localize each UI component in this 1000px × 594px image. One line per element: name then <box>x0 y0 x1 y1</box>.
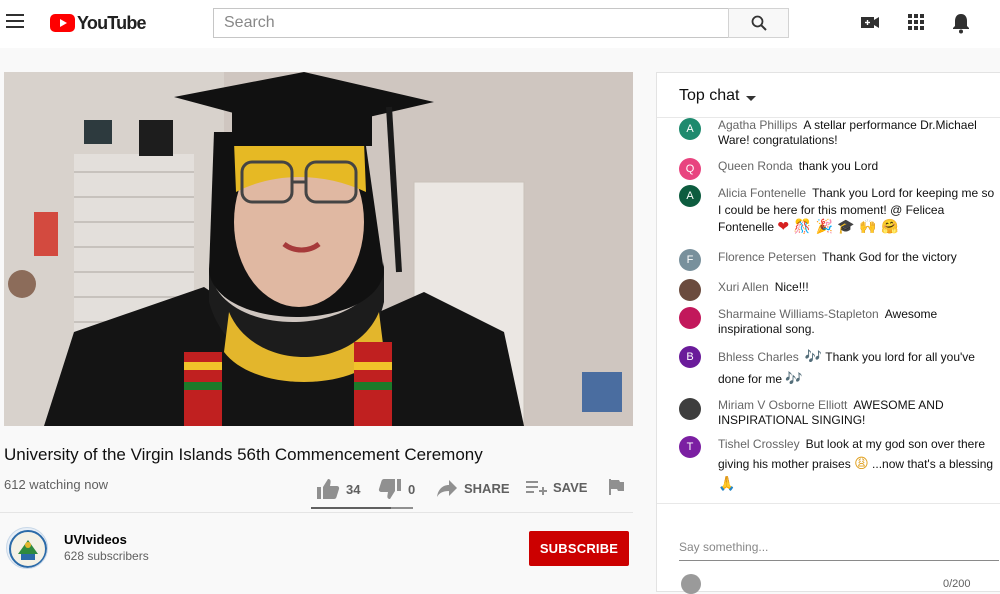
chat-author: Agatha Phillips <box>718 118 798 132</box>
thumbs-up-icon <box>317 479 340 499</box>
chat-author: Alicia Fontenelle <box>718 186 807 200</box>
dislike-button[interactable]: 0 <box>378 478 415 500</box>
search-button[interactable] <box>728 8 789 38</box>
chat-text: ...now that's a blessing <box>872 457 994 471</box>
chat-author: Florence Petersen <box>718 250 817 264</box>
chat-message-list[interactable]: A Agatha Phillips A stellar performance D… <box>657 118 1000 503</box>
search-bar <box>213 8 789 38</box>
thumbs-down-icon <box>378 479 401 499</box>
chat-author: Xuri Allen <box>718 280 769 294</box>
chat-message: Q Queen Ronda thank you Lord <box>679 158 999 180</box>
chat-message: A Agatha Phillips A stellar performance D… <box>679 118 999 148</box>
video-title: University of the Virgin Islands 56th Co… <box>4 445 483 464</box>
top-bar: YouTube <box>0 0 1000 48</box>
chat-author: Miriam V Osborne Elliott <box>718 398 848 412</box>
chat-message: T Tishel Crossley But look at my god son … <box>679 436 999 494</box>
channel-name[interactable]: UVIvideos <box>64 532 127 547</box>
search-input[interactable] <box>213 8 728 38</box>
weary-face-emoji: 😩 <box>854 456 869 472</box>
subscribe-button[interactable]: SUBSCRIBE <box>529 531 629 566</box>
chat-text: thank you Lord <box>798 159 879 173</box>
chat-author: Queen Ronda <box>718 159 793 173</box>
watching-count: 612 watching now <box>4 477 109 492</box>
subscriber-count: 628 subscribers <box>64 549 149 563</box>
chat-avatar: A <box>679 118 701 140</box>
chat-input-area: Say something... 0/200 <box>657 503 1000 594</box>
chat-message: B Bhless Charles 🎶 Thank you lord for all… <box>679 346 999 390</box>
share-label: SHARE <box>464 480 510 496</box>
chat-avatar <box>679 279 701 301</box>
like-ratio-fill <box>311 507 391 509</box>
search-icon <box>751 15 767 31</box>
playlist-add-icon <box>526 481 547 495</box>
chat-avatar <box>679 398 701 420</box>
video-frame <box>4 72 633 426</box>
dislike-count: 0 <box>408 481 416 497</box>
chat-avatar: T <box>679 436 701 458</box>
chat-avatar: A <box>679 185 701 207</box>
apps-grid-icon[interactable] <box>906 12 926 37</box>
chat-message: F Florence Petersen Thank God for the vic… <box>679 249 999 271</box>
chat-author: Tishel Crossley <box>718 437 800 451</box>
notifications-bell-icon[interactable] <box>951 12 971 39</box>
chat-input[interactable]: Say something... <box>679 540 999 561</box>
share-button[interactable]: SHARE <box>436 478 510 498</box>
emoji-picker-icon[interactable] <box>681 574 701 594</box>
chat-message: Miriam V Osborne Elliott AWESOME AND INSP… <box>679 398 999 428</box>
chevron-down-icon <box>746 96 756 101</box>
chat-mode-title: Top chat <box>679 87 740 104</box>
chat-avatar: Q <box>679 158 701 180</box>
music-notes-emoji: 🎶 <box>785 371 803 387</box>
chat-avatar: B <box>679 346 701 368</box>
share-icon <box>437 480 457 497</box>
chat-message: Sharmaine Williams-Stapleton Awesome insp… <box>679 307 999 337</box>
like-count: 34 <box>346 481 361 497</box>
chat-emoji: ❤ 🎊 🎉 🎓 🙌 🤗 <box>777 219 899 235</box>
youtube-play-icon <box>50 14 75 32</box>
chat-text: Nice!!! <box>774 280 809 294</box>
chat-text: Thank God for the victory <box>822 250 957 264</box>
report-flag-button[interactable] <box>607 478 625 496</box>
chat-message: A Alicia Fontenelle Thank you Lord for ke… <box>679 185 999 236</box>
channel-avatar[interactable] <box>6 527 48 569</box>
divider <box>0 512 633 513</box>
folded-hands-emoji: 🙏 <box>718 476 736 492</box>
youtube-logo[interactable]: YouTube <box>50 12 147 34</box>
music-notes-emoji: 🎶 <box>804 349 823 365</box>
chat-avatar <box>679 307 701 329</box>
live-chat-panel: Top chat A Agatha Phillips A stellar perf… <box>656 72 1000 594</box>
chat-avatar: F <box>679 249 701 271</box>
flag-icon <box>609 479 624 495</box>
chat-message: Xuri Allen Nice!!! <box>679 279 999 301</box>
like-dislike-ratio-bar <box>311 507 413 509</box>
create-video-icon[interactable] <box>860 12 880 37</box>
like-button[interactable]: 34 <box>316 478 360 500</box>
logo-text: YouTube <box>77 12 147 33</box>
menu-icon[interactable] <box>6 14 24 28</box>
save-button[interactable]: SAVE <box>525 478 587 496</box>
chat-author: Sharmaine Williams-Stapleton <box>718 307 879 321</box>
save-label: SAVE <box>553 479 588 495</box>
character-counter: 0/200 <box>943 578 971 590</box>
chat-header[interactable]: Top chat <box>657 73 1000 118</box>
chat-author: Bhless Charles <box>718 350 799 364</box>
video-player[interactable] <box>4 72 633 426</box>
